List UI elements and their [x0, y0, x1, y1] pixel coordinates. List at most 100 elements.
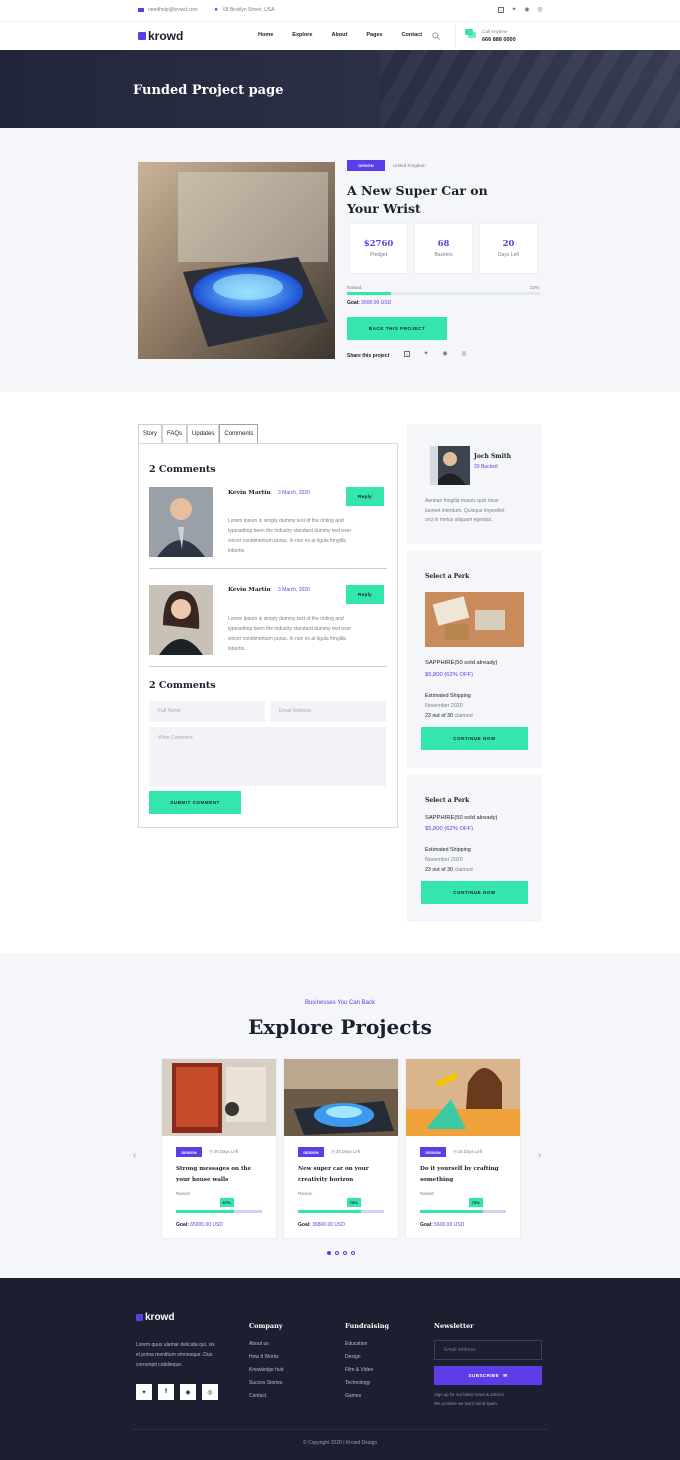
project-card[interactable]: DESIGN ◷ 25 Days Left New super car on y…	[283, 1058, 399, 1239]
submit-comment-button[interactable]: SUBMIT COMMENT	[149, 791, 241, 814]
raised-percent: 23%	[530, 285, 540, 290]
facebook-icon[interactable]: f	[404, 351, 410, 357]
carousel-dots	[327, 1251, 355, 1255]
brand-logo[interactable]: krowd	[138, 29, 183, 43]
project-card-image	[406, 1059, 520, 1136]
tab-updates[interactable]: Updates	[187, 424, 220, 443]
main-nav: krowd Home Explore About Pages Contact C…	[0, 22, 680, 50]
footer-link[interactable]: Design	[345, 1354, 361, 1360]
email-field[interactable]: Email Address	[270, 701, 386, 722]
newsletter-email-input[interactable]: Email address	[434, 1340, 542, 1360]
footer-link[interactable]: Succes Stories	[249, 1380, 282, 1386]
call-number[interactable]: 666 888 0000	[482, 37, 516, 43]
card-title[interactable]: Do it yourself by crafting something	[420, 1164, 499, 1186]
facebook-icon[interactable]: f	[498, 7, 504, 13]
full-name-field[interactable]: Full Name	[149, 701, 265, 722]
perk-card: Select a Perk SAPPHIRE(50 sold already) …	[407, 551, 542, 768]
comment-textarea[interactable]: Write Comment	[149, 727, 386, 786]
pinterest-icon[interactable]: ◉	[180, 1384, 196, 1400]
project-card-image	[162, 1059, 276, 1136]
carousel-dot-active[interactable]	[327, 1251, 331, 1255]
stat-pledged: $2760 Pledget	[349, 223, 408, 274]
pinterest-icon[interactable]: ◉	[442, 351, 448, 357]
nav-contact[interactable]: Contact	[402, 32, 422, 38]
comment-author: Kevin Martin	[228, 587, 271, 593]
card-progress-fill	[420, 1210, 483, 1213]
carousel-next-icon[interactable]: ›	[538, 1150, 541, 1161]
reply-button[interactable]: Reply	[346, 585, 384, 604]
top-social: f ✦ ◉ ◎	[498, 7, 543, 13]
stat-backers-value: 68	[437, 239, 450, 249]
commenter-avatar	[149, 487, 213, 557]
card-goal-label: Goal:	[420, 1222, 433, 1228]
stat-pledged-label: Pledget	[370, 252, 387, 258]
footer-link[interactable]: How It Works	[249, 1354, 279, 1360]
footer-logo[interactable]: krowd	[136, 1312, 174, 1323]
subscribe-button[interactable]: SUBSCRIBE ✉	[434, 1366, 542, 1385]
comments-heading: 2 Comments	[149, 464, 216, 475]
tab-faqs[interactable]: FAQs	[162, 424, 188, 443]
comment-date: 3 March, 2020	[278, 490, 310, 496]
search-icon[interactable]	[432, 32, 440, 40]
comment-text-line: Lorem Ipsum is simply dummy text of the …	[228, 518, 344, 524]
top-email[interactable]: needhelp@krowd.com	[138, 7, 198, 13]
card-title[interactable]: Strong messages on the your house walls	[176, 1164, 251, 1186]
twitter-icon[interactable]: ✦	[511, 7, 517, 13]
project-card[interactable]: DESIGN ◷ 26 Days Left Strong messages on…	[161, 1058, 277, 1239]
twitter-icon[interactable]: ✦	[136, 1384, 152, 1400]
instagram-icon[interactable]: ◎	[202, 1384, 218, 1400]
instagram-icon[interactable]: ◎	[537, 7, 543, 13]
nav-pages[interactable]: Pages	[366, 32, 382, 38]
card-tag: DESIGN	[420, 1147, 446, 1157]
reply-button[interactable]: Reply	[346, 487, 384, 506]
carousel-dot[interactable]	[343, 1251, 347, 1255]
perk-claimed-count: 23 out of 30	[425, 713, 453, 719]
goal-row: Goal: 3600.00 USD	[347, 300, 391, 306]
footer-link[interactable]: Games	[345, 1393, 361, 1399]
card-goal-value: 36800.00 USD	[312, 1222, 345, 1228]
carousel-prev-icon[interactable]: ‹	[133, 1150, 136, 1161]
footer-link[interactable]: Film & Video	[345, 1367, 373, 1373]
footer-link[interactable]: Technology	[345, 1380, 370, 1386]
carousel-dot[interactable]	[351, 1251, 355, 1255]
author-card: Joch Smith 20 Backed Aenean fringilla ma…	[407, 424, 542, 544]
footer-link[interactable]: Knowledge hub	[249, 1367, 283, 1373]
author-bio-line: orci in metus aliquam egestas.	[425, 517, 493, 523]
stat-days-value: 20	[502, 239, 515, 249]
nav-about[interactable]: About	[331, 32, 347, 38]
card-days-text: 25 Days Left	[335, 1149, 361, 1154]
clock-icon: ◷	[331, 1149, 335, 1154]
project-title-line1: A New Super Car on	[347, 183, 488, 198]
footer-link[interactable]: About us	[249, 1341, 269, 1347]
footer-about-line: ei prima mentitum omnesque. Duo	[136, 1352, 213, 1358]
twitter-icon[interactable]: ✦	[423, 351, 429, 357]
card-title-line: Do it yourself by crafting	[420, 1166, 499, 1172]
continue-button[interactable]: CONTINUE NOW	[421, 881, 528, 904]
comment-form-heading: 2 Comments	[149, 680, 216, 691]
nav-explore[interactable]: Explore	[292, 32, 312, 38]
perk-heading: Select a Perk	[425, 573, 470, 580]
footer-about-line: corrumpit cotidieque.	[136, 1362, 183, 1368]
card-days-text: 25 Days Left	[457, 1149, 483, 1154]
project-card[interactable]: DESIGN ◷ 25 Days Left Do it yourself by …	[405, 1058, 521, 1239]
footer-link[interactable]: Education	[345, 1341, 367, 1347]
back-project-button[interactable]: BACK THIS PROJECT	[347, 317, 447, 340]
card-title[interactable]: New super car on your creativity horizon	[298, 1164, 369, 1186]
share-icons: f ✦ ◉ ◎	[404, 351, 467, 357]
perk-claimed-count: 23 out of 30	[425, 867, 453, 873]
project-card-image	[284, 1059, 398, 1136]
instagram-icon[interactable]: ◎	[461, 351, 467, 357]
facebook-icon[interactable]: f	[158, 1384, 174, 1400]
carousel-dot[interactable]	[335, 1251, 339, 1255]
footer-link[interactable]: Contact	[249, 1393, 266, 1399]
tab-comments[interactable]: Comments	[219, 424, 259, 443]
pinterest-icon[interactable]: ◉	[524, 7, 530, 13]
tab-story[interactable]: Story	[138, 424, 163, 443]
card-days: ◷ 25 Days Left	[453, 1149, 482, 1155]
explore-kicker: Businesses You Can Back	[304, 1000, 376, 1006]
nav-home[interactable]: Home	[258, 32, 273, 38]
newsletter-note: Sign up for our latest news & articles. W…	[434, 1391, 505, 1408]
author-name[interactable]: Joch Smith	[474, 453, 511, 460]
continue-button[interactable]: CONTINUE NOW	[421, 727, 528, 750]
stat-days-label: Days Left	[497, 252, 520, 258]
